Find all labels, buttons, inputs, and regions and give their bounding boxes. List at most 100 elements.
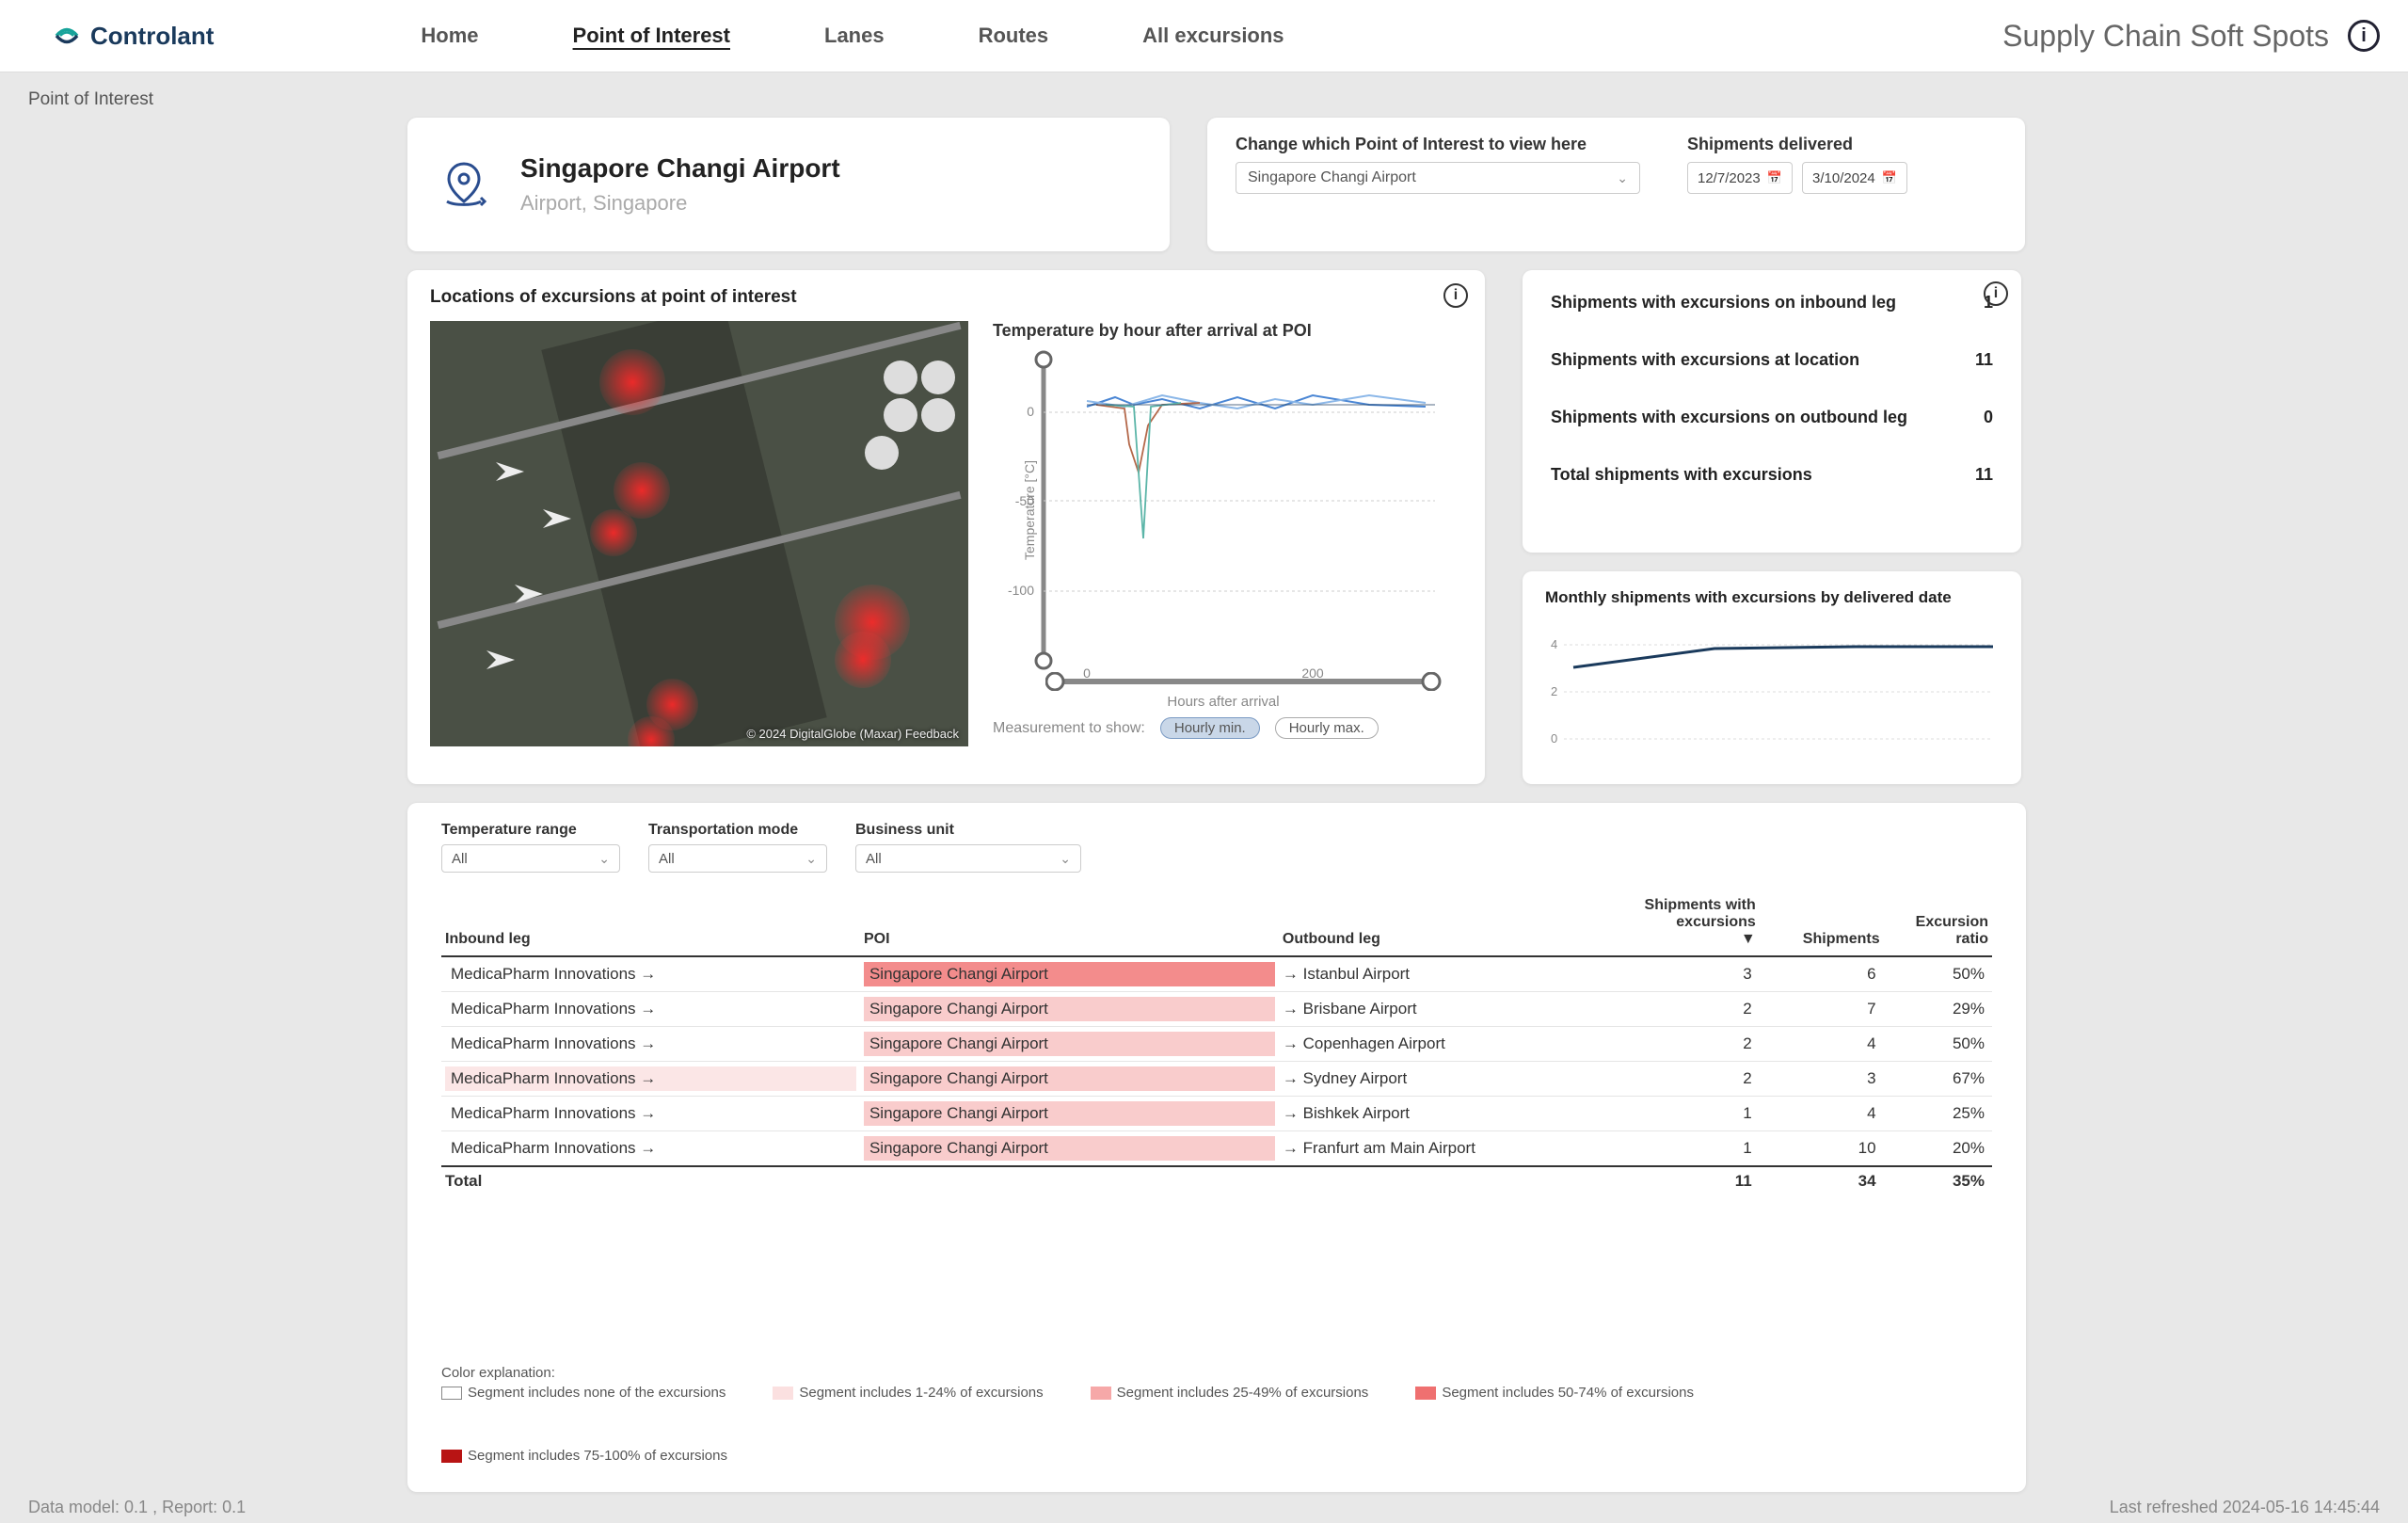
svg-text:2: 2 xyxy=(1551,684,1557,698)
nav-home[interactable]: Home xyxy=(421,24,478,48)
date-to-input[interactable]: 3/10/2024 📅 xyxy=(1802,162,1907,194)
locations-title: Locations of excursions at point of inte… xyxy=(430,287,1462,308)
filter-temp-select[interactable]: All⌄ xyxy=(441,844,620,873)
calendar-icon: 📅 xyxy=(1767,170,1782,185)
nav-lanes[interactable]: Lanes xyxy=(824,24,885,48)
stat-atloc-value: 11 xyxy=(1975,350,1993,370)
svg-text:4: 4 xyxy=(1551,637,1557,651)
info-icon[interactable]: i xyxy=(1984,281,2008,306)
cell-poi: Singapore Changi Airport xyxy=(864,1136,1275,1161)
table-card: Temperature range All⌄ Transportation mo… xyxy=(407,803,2026,1492)
stat-total-label: Total shipments with excursions xyxy=(1551,465,1812,485)
cell-outbound: → Sydney Airport xyxy=(1279,1062,1620,1097)
cell-ratio: 50% xyxy=(1884,1027,1992,1062)
right-nav-group: Supply Chain Soft Spots i xyxy=(2002,19,2380,54)
nav-excursions[interactable]: All excursions xyxy=(1142,24,1284,48)
cell-outbound: → Franfurt am Main Airport xyxy=(1279,1131,1620,1167)
cell-ratio: 20% xyxy=(1884,1131,1992,1167)
heatmap-dot xyxy=(590,509,637,556)
table-row[interactable]: MedicaPharm Innovations →Singapore Chang… xyxy=(441,1131,1992,1167)
col-poi[interactable]: POI xyxy=(860,890,1279,956)
top-nav: Controlant Home Point of Interest Lanes … xyxy=(0,0,2408,72)
nav-routes[interactable]: Routes xyxy=(979,24,1049,48)
satellite-map[interactable]: © 2024 DigitalGlobe (Maxar) Feedback xyxy=(430,321,968,746)
cell-ship-exc: 2 xyxy=(1619,1062,1759,1097)
col-outbound[interactable]: Outbound leg xyxy=(1279,890,1620,956)
cell-ratio: 67% xyxy=(1884,1062,1992,1097)
svg-text:0: 0 xyxy=(1551,731,1557,745)
col-inbound[interactable]: Inbound leg xyxy=(441,890,860,956)
cell-inbound: MedicaPharm Innovations → xyxy=(445,962,856,986)
table-row[interactable]: MedicaPharm Innovations →Singapore Chang… xyxy=(441,1027,1992,1062)
delivered-label: Shipments delivered xyxy=(1687,135,1907,154)
legend-title: Color explanation: xyxy=(441,1365,1992,1381)
cell-ship-exc: 2 xyxy=(1619,992,1759,1027)
cell-ratio: 29% xyxy=(1884,992,1992,1027)
cell-ratio: 25% xyxy=(1884,1097,1992,1131)
total-ship-exc: 11 xyxy=(1619,1166,1759,1195)
locations-card: i Locations of excursions at point of in… xyxy=(407,270,1485,784)
stat-atloc-label: Shipments with excursions at location xyxy=(1551,350,1859,370)
col-shipments[interactable]: Shipments xyxy=(1760,890,1884,956)
table-row[interactable]: MedicaPharm Innovations → Singapore Chang… xyxy=(441,1062,1992,1097)
cell-ship-exc: 1 xyxy=(1619,1131,1759,1167)
heatmap-dot xyxy=(599,349,665,415)
page-title: Supply Chain Soft Spots xyxy=(2002,19,2329,54)
cell-shipments: 6 xyxy=(1760,956,1884,992)
cell-poi: Singapore Changi Airport xyxy=(864,1032,1275,1056)
heatmap-dot xyxy=(835,632,891,688)
logo-icon xyxy=(53,22,81,50)
table-total-row: Total113435% xyxy=(441,1166,1992,1195)
col-ship-exc[interactable]: Shipments with excursions▼ xyxy=(1619,890,1759,956)
cell-shipments: 3 xyxy=(1760,1062,1884,1097)
info-icon[interactable]: i xyxy=(2348,20,2380,52)
left-nav-group: Controlant Home Point of Interest Lanes … xyxy=(53,22,1284,51)
poi-subtitle: Airport, Singapore xyxy=(520,191,840,216)
stat-inbound-label: Shipments with excursions on inbound leg xyxy=(1551,293,1896,313)
cell-poi: Singapore Changi Airport xyxy=(864,1101,1275,1126)
legend-3: Segment includes 50-74% of excursions xyxy=(1415,1385,1694,1401)
cell-poi: Singapore Changi Airport xyxy=(864,962,1275,986)
temp-chart-area[interactable]: Temperature [°C] 0 -50 -100 xyxy=(993,350,1454,670)
pill-hourly-max[interactable]: Hourly max. xyxy=(1275,717,1379,739)
location-pin-icon xyxy=(436,156,492,213)
table-row[interactable]: MedicaPharm Innovations → Singapore Chang… xyxy=(441,956,1992,992)
filter-transport-select[interactable]: All⌄ xyxy=(648,844,827,873)
excursions-table: Inbound leg POI Outbound leg Shipments w… xyxy=(441,890,1992,1195)
table-row[interactable]: MedicaPharm Innovations → Singapore Chang… xyxy=(441,1097,1992,1131)
stat-outbound-label: Shipments with excursions on outbound le… xyxy=(1551,408,1907,427)
poi-select-value: Singapore Changi Airport xyxy=(1248,169,1416,186)
cell-poi: Singapore Changi Airport xyxy=(864,997,1275,1021)
nav-links: Home Point of Interest Lanes Routes All … xyxy=(421,24,1284,48)
poi-select[interactable]: Singapore Changi Airport ⌄ xyxy=(1236,162,1640,194)
date-from-input[interactable]: 12/7/2023 📅 xyxy=(1687,162,1793,194)
filter-transport-label: Transportation mode xyxy=(648,822,827,839)
brand-logo[interactable]: Controlant xyxy=(53,22,214,51)
info-icon[interactable]: i xyxy=(1443,283,1468,308)
pill-hourly-min[interactable]: Hourly min. xyxy=(1160,717,1260,739)
nav-poi[interactable]: Point of Interest xyxy=(573,24,730,48)
cell-inbound: MedicaPharm Innovations → xyxy=(445,1066,856,1091)
filter-temp-label: Temperature range xyxy=(441,822,620,839)
table-row[interactable]: MedicaPharm Innovations →Singapore Chang… xyxy=(441,992,1992,1027)
chevron-down-icon: ⌄ xyxy=(1060,851,1071,867)
filter-bu-select[interactable]: All⌄ xyxy=(855,844,1081,873)
map-attribution[interactable]: © 2024 DigitalGlobe (Maxar) Feedback xyxy=(746,727,959,741)
monthly-chart-area[interactable]: 4 2 0 xyxy=(1545,620,1999,752)
col-ratio[interactable]: Excursion ratio xyxy=(1884,890,1992,956)
cell-outbound: → Brisbane Airport xyxy=(1279,992,1620,1027)
date-to-value: 3/10/2024 xyxy=(1812,170,1875,186)
cell-poi: Singapore Changi Airport xyxy=(864,1066,1275,1091)
legend-4: Segment includes 75-100% of excursions xyxy=(441,1448,727,1464)
filter-bu-label: Business unit xyxy=(855,822,1081,839)
cell-ship-exc: 1 xyxy=(1619,1097,1759,1131)
total-label: Total xyxy=(441,1166,860,1195)
cell-inbound: MedicaPharm Innovations → xyxy=(445,1101,856,1126)
chevron-down-icon: ⌄ xyxy=(805,851,817,867)
svg-text:-100: -100 xyxy=(1008,583,1034,598)
chevron-down-icon: ⌄ xyxy=(1617,170,1628,186)
measurement-label: Measurement to show: xyxy=(993,720,1145,737)
cell-ratio: 50% xyxy=(1884,956,1992,992)
stat-outbound-value: 0 xyxy=(1984,408,1993,427)
stat-total-value: 11 xyxy=(1975,465,1993,485)
